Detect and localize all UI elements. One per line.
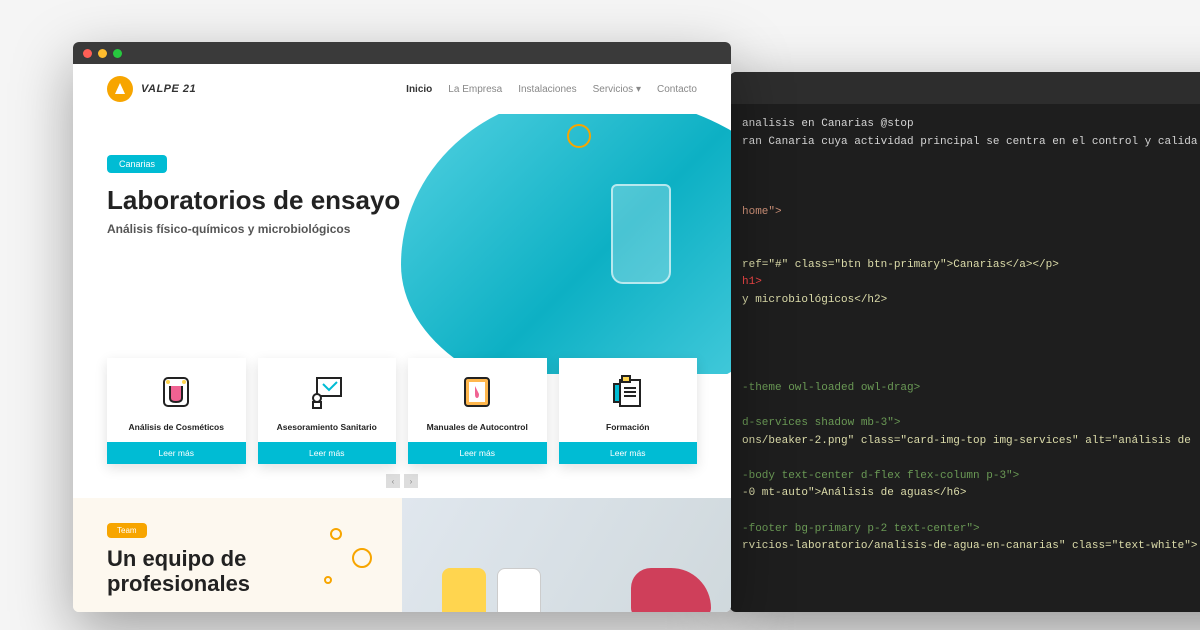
hero-badge[interactable]: Canarias (107, 155, 167, 173)
code-line[interactable]: -footer bg-primary p-2 text-center"> (742, 521, 1200, 539)
hero-section: Canarias Laboratorios de ensayo Análisis… (73, 114, 731, 374)
read-more-button[interactable]: Leer más (559, 442, 698, 464)
code-line[interactable]: analisis en Canarias @stop (742, 116, 1200, 134)
window-titlebar (73, 42, 731, 64)
beaker-icon (611, 184, 671, 284)
code-line[interactable] (742, 345, 1200, 363)
code-line[interactable] (742, 239, 1200, 257)
service-cards: Análisis de CosméticosLeer másAsesoramie… (73, 358, 731, 464)
carousel-next-button[interactable]: › (404, 474, 418, 488)
decorative-circle-icon (567, 124, 591, 148)
carousel-pager: ‹ › (73, 474, 731, 488)
team-text-panel: Team Un equipo de profesionales (73, 498, 402, 612)
logo-text: VALPE 21 (141, 83, 196, 95)
nav-item-1[interactable]: La Empresa (448, 84, 502, 95)
main-nav: Inicio La Empresa Instalaciones Servicios ▾… (406, 84, 697, 95)
code-line[interactable] (742, 450, 1200, 468)
service-icon (608, 372, 648, 412)
close-icon[interactable] (83, 49, 92, 58)
carousel-prev-button[interactable]: ‹ (386, 474, 400, 488)
code-line[interactable]: -theme owl-loaded owl-drag> (742, 380, 1200, 398)
service-icon (457, 372, 497, 412)
code-line[interactable] (742, 503, 1200, 521)
service-title: Análisis de Cosméticos (123, 422, 230, 432)
site-header: VALPE 21 Inicio La Empresa Instalaciones Se… (73, 64, 731, 114)
code-line[interactable] (742, 310, 1200, 328)
service-title: Formación (600, 422, 655, 432)
team-title-line2: profesionales (107, 571, 250, 596)
code-line[interactable] (742, 169, 1200, 187)
read-more-button[interactable]: Leer más (258, 442, 397, 464)
hand-icon (631, 568, 711, 612)
service-title: Asesoramiento Sanitario (271, 422, 383, 432)
team-image (402, 498, 731, 612)
code-line[interactable] (742, 362, 1200, 380)
team-badge: Team (107, 523, 147, 538)
code-line[interactable] (742, 186, 1200, 204)
hero-image (401, 114, 731, 374)
team-section: Team Un equipo de profesionales (73, 498, 731, 612)
code-line[interactable]: -0 mt-auto">Análisis de aguas</h6> (742, 485, 1200, 503)
minimize-icon[interactable] (98, 49, 107, 58)
code-line[interactable] (742, 222, 1200, 240)
service-title: Manuales de Autocontrol (421, 422, 534, 432)
maximize-icon[interactable] (113, 49, 122, 58)
code-line[interactable]: rvicios-laboratorio/analisis-de-agua-en-… (742, 538, 1200, 556)
service-icon (156, 372, 196, 412)
code-line[interactable]: d-services shadow mb-3"> (742, 415, 1200, 433)
code-line[interactable]: ran Canaria cuya actividad principal se … (742, 134, 1200, 152)
browser-window: VALPE 21 Inicio La Empresa Instalaciones Se… (73, 42, 731, 612)
nav-item-0[interactable]: Inicio (406, 84, 432, 95)
nav-item-2[interactable]: Instalaciones (518, 84, 576, 95)
team-title-line1: Un equipo de (107, 546, 246, 571)
service-card: Formación Leer más (559, 358, 698, 464)
service-card: Asesoramiento Sanitario Leer más (258, 358, 397, 464)
code-editor-window: analisis en Canarias @stopran Canaria cu… (730, 72, 1200, 612)
code-line[interactable]: home"> (742, 204, 1200, 222)
bubble-icon (324, 576, 332, 584)
service-icon (307, 372, 347, 412)
bubble-icon (330, 528, 342, 540)
code-titlebar (730, 72, 1200, 104)
read-more-button[interactable]: Leer más (408, 442, 547, 464)
bottle-icon (497, 568, 541, 612)
code-line[interactable]: ons/beaker-2.png" class="card-img-top im… (742, 433, 1200, 451)
bottle-icon (442, 568, 486, 612)
code-line[interactable]: ref="#" class="btn btn-primary">Canarias… (742, 257, 1200, 275)
code-line[interactable] (742, 398, 1200, 416)
read-more-button[interactable]: Leer más (107, 442, 246, 464)
code-line[interactable]: -body text-center d-flex flex-column p-3… (742, 468, 1200, 486)
code-line[interactable]: h1> (742, 274, 1200, 292)
team-title: Un equipo de profesionales (107, 546, 368, 597)
service-card: Análisis de Cosméticos Leer más (107, 358, 246, 464)
logo-icon (107, 76, 133, 102)
code-line[interactable] (742, 151, 1200, 169)
logo[interactable]: VALPE 21 (107, 76, 196, 102)
code-line[interactable] (742, 327, 1200, 345)
code-line[interactable]: y microbiológicos</h2> (742, 292, 1200, 310)
nav-item-4[interactable]: Contacto (657, 84, 697, 95)
service-card: Manuales de Autocontrol Leer más (408, 358, 547, 464)
code-body[interactable]: analisis en Canarias @stopran Canaria cu… (730, 104, 1200, 568)
bubble-icon (352, 548, 372, 568)
nav-item-3[interactable]: Servicios ▾ (593, 84, 641, 95)
